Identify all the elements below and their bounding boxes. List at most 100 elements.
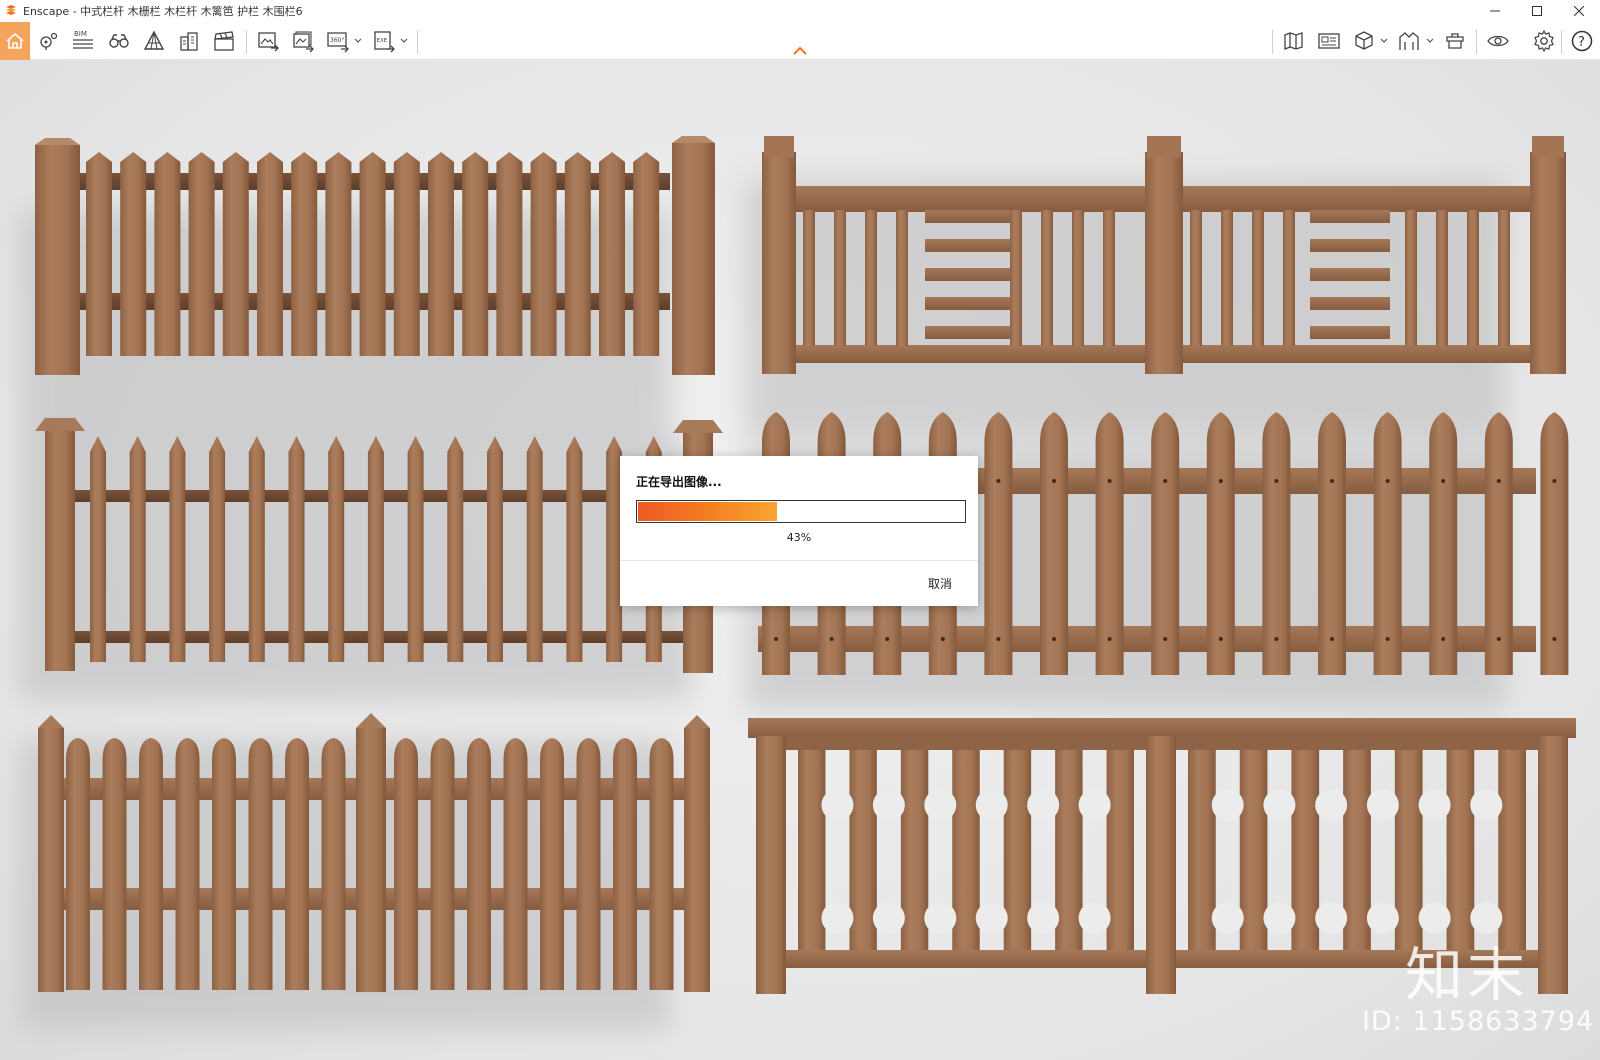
export-image-button[interactable]	[253, 25, 283, 57]
picket	[1151, 412, 1180, 675]
nail	[940, 637, 945, 641]
nail	[1552, 479, 1557, 483]
settings-button[interactable]	[1529, 25, 1559, 57]
minimize-button[interactable]	[1474, 0, 1516, 22]
map-button[interactable]	[1279, 25, 1309, 57]
visual-settings-icon	[1487, 35, 1509, 47]
railing-slat	[1310, 239, 1390, 252]
baluster-cutout	[1211, 902, 1244, 934]
railing-slat	[1310, 210, 1390, 223]
baluster-cutout	[1263, 902, 1296, 934]
window-title: Enscape - 中式栏杆 木栅栏 木栏杆 木篱笆 护栏 木围栏6	[23, 5, 303, 18]
railing-bar	[1405, 210, 1417, 346]
baluster-cutout	[821, 902, 854, 934]
baluster-cutout	[872, 902, 905, 934]
buildings-button[interactable]	[174, 25, 204, 57]
baluster-cutout	[1078, 902, 1111, 934]
railing-slat	[1310, 326, 1390, 339]
panorama-button[interactable]: 360°	[323, 25, 353, 57]
arch-button[interactable]	[1394, 25, 1424, 57]
nail	[1441, 637, 1446, 641]
nail	[885, 637, 890, 641]
bim-label: BIM	[74, 30, 87, 38]
exe-export-icon: EXE	[374, 31, 395, 53]
baluster	[1446, 750, 1475, 950]
picket	[984, 412, 1013, 675]
picket	[462, 152, 489, 356]
railing-slat	[1310, 268, 1390, 281]
buildings-icon	[180, 32, 198, 51]
batch-export-button[interactable]	[288, 25, 318, 57]
asset-library-button[interactable]	[1440, 25, 1470, 57]
cancel-button[interactable]: 取消	[928, 575, 952, 592]
nail	[996, 479, 1001, 483]
picket	[613, 738, 637, 990]
picket	[120, 152, 147, 356]
picket	[102, 738, 127, 990]
help-icon: ?	[1571, 30, 1593, 52]
visual-settings-button[interactable]	[1483, 25, 1513, 57]
baluster-cutout	[1366, 789, 1399, 821]
nail	[1385, 637, 1390, 641]
picket	[649, 738, 674, 990]
railing-bar	[1498, 210, 1510, 346]
cube-dropdown[interactable]	[1380, 36, 1388, 46]
exe-dropdown[interactable]	[400, 36, 408, 46]
arch-dropdown[interactable]	[1426, 36, 1434, 46]
baluster	[1343, 750, 1371, 950]
panorama-360-icon: 360°	[327, 32, 349, 53]
panorama-dropdown[interactable]	[354, 36, 362, 46]
picket	[599, 152, 625, 356]
baluster-cutout	[1470, 789, 1503, 821]
railing-bar	[896, 210, 908, 346]
baluster-cutout	[1027, 789, 1060, 821]
binoculars-button[interactable]	[104, 25, 134, 57]
railing-bar	[1252, 210, 1264, 346]
dialog-title: 正在导出图像...	[636, 475, 722, 489]
location-pin-icon	[40, 32, 58, 50]
picket	[1540, 412, 1569, 675]
dialog-divider	[620, 560, 978, 561]
maximize-button[interactable]	[1516, 0, 1558, 22]
cube-button[interactable]	[1349, 25, 1379, 57]
pano-label: 360°	[330, 37, 344, 44]
railing-slat	[925, 239, 1010, 252]
railing-slat	[925, 326, 1010, 339]
railing-bar	[1436, 210, 1448, 346]
help-button[interactable]: ?	[1567, 25, 1597, 57]
picket	[487, 436, 503, 662]
nail	[1163, 479, 1168, 483]
picket	[430, 738, 455, 990]
picket	[564, 152, 591, 356]
clapper-icon	[214, 31, 234, 51]
picket	[325, 152, 352, 356]
close-button[interactable]	[1558, 0, 1600, 22]
railing-bar	[1041, 210, 1053, 346]
perspective-button[interactable]	[139, 25, 169, 57]
chevron-down-icon	[354, 38, 362, 43]
baluster-cutout	[872, 789, 905, 821]
views-button[interactable]	[1314, 25, 1344, 57]
picket	[393, 152, 420, 356]
baluster-cutout	[1315, 789, 1348, 821]
export-progress-dialog: 正在导出图像... 43% 取消	[620, 456, 978, 606]
asset-library-icon	[1446, 33, 1464, 49]
baluster-cutout	[924, 902, 957, 934]
perspective-icon	[143, 30, 165, 50]
picket	[1040, 412, 1068, 675]
railing-bar	[834, 210, 846, 346]
railing-bar	[1467, 210, 1479, 346]
chevron-down-icon	[1380, 38, 1388, 43]
exe-export-button[interactable]: EXE	[369, 25, 399, 57]
home-button[interactable]	[0, 22, 30, 60]
collapse-toolbar-chevron-up-icon[interactable]	[793, 46, 807, 56]
baluster-cutout	[975, 902, 1008, 934]
arch-icon	[1399, 32, 1419, 50]
fence-a	[35, 136, 715, 375]
baluster-cutout	[924, 789, 957, 821]
clapper-button[interactable]	[209, 25, 239, 57]
baluster	[1188, 750, 1216, 950]
location-button[interactable]	[33, 25, 63, 57]
picket	[291, 152, 318, 356]
bim-button[interactable]: BIM	[68, 25, 98, 57]
